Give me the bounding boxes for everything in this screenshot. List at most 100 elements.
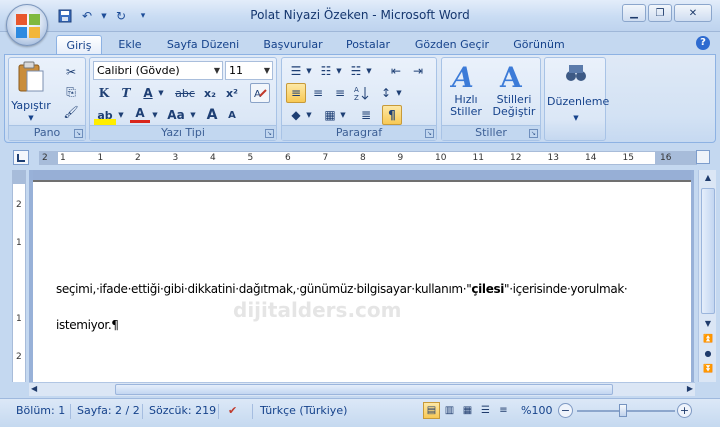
bold-button[interactable]: K <box>94 83 114 103</box>
vertical-ruler[interactable]: 2 1 1 2 <box>12 170 26 382</box>
minimize-icon[interactable]: ▁ <box>622 4 646 22</box>
view-ruler-icon[interactable] <box>696 150 710 164</box>
highlight-dropdown-icon[interactable]: ▼ <box>116 105 126 125</box>
zoom-in-icon[interactable]: + <box>677 403 692 418</box>
change-case-dropdown-icon[interactable]: ▼ <box>188 105 198 125</box>
restore-icon[interactable]: ❐ <box>648 4 672 22</box>
font-name-combo[interactable]: Calibri (Gövde) ▼ <box>93 61 223 80</box>
tab-gorunum[interactable]: Görünüm <box>511 35 567 54</box>
horizontal-scrollbar[interactable]: ◀ ▶ <box>29 382 695 396</box>
bullets-dropdown-icon[interactable]: ▼ <box>304 61 314 81</box>
increase-indent-icon[interactable]: ⇥ <box>408 61 428 81</box>
paste-dropdown-icon[interactable]: ▼ <box>11 112 51 124</box>
styles-launcher-icon[interactable]: ↘ <box>529 129 538 138</box>
group-duzenleme: Düzenleme ▼ <box>544 57 609 141</box>
multilevel-list-icon[interactable]: ☵ <box>346 61 366 81</box>
strikethrough-button[interactable]: abc <box>172 83 198 103</box>
bullets-icon[interactable]: ☰ <box>286 61 306 81</box>
office-button[interactable] <box>6 4 48 46</box>
document-page[interactable]: dijitalders.com seçimi,·ifade·ettiği·gib… <box>33 170 691 382</box>
zoom-slider-thumb[interactable] <box>619 404 627 417</box>
justify-icon[interactable]: ≣ <box>356 105 376 125</box>
full-screen-reading-icon[interactable]: ▥ <box>441 402 458 419</box>
quick-styles-button[interactable]: A Hızlı Stiller <box>445 61 487 118</box>
horizontal-scroll-thumb[interactable] <box>115 384 613 395</box>
change-styles-button[interactable]: A Stilleri Değiştir <box>490 61 538 118</box>
tab-basvurular[interactable]: Başvurular <box>262 35 324 54</box>
underline-dropdown-icon[interactable]: ▼ <box>156 83 166 103</box>
next-page-icon[interactable]: ⏬ <box>701 362 715 376</box>
font-color-button[interactable]: A <box>130 105 150 123</box>
line-spacing-icon[interactable]: ↕ <box>376 83 396 103</box>
font-size-combo[interactable]: 11 ▼ <box>225 61 273 80</box>
shrink-font-button[interactable]: A <box>222 105 242 125</box>
change-styles-icon: A <box>499 61 523 94</box>
clear-formatting-icon[interactable]: A <box>250 83 270 103</box>
align-right-icon[interactable]: ≡ <box>330 83 350 103</box>
status-separator <box>218 404 219 419</box>
paragraph-line-2[interactable]: istemiyor.¶ <box>56 318 119 332</box>
copy-icon[interactable]: ⎘ <box>61 82 81 102</box>
browse-object-icon[interactable]: ● <box>701 347 715 361</box>
line-spacing-dropdown-icon[interactable]: ▼ <box>394 83 404 103</box>
previous-page-icon[interactable]: ⏫ <box>701 332 715 346</box>
status-language[interactable]: Türkçe (Türkiye) <box>260 404 347 417</box>
multilevel-dropdown-icon[interactable]: ▼ <box>364 61 374 81</box>
tab-selector-icon[interactable] <box>13 150 29 165</box>
show-formatting-marks-button[interactable]: ¶ <box>382 105 402 125</box>
change-case-button[interactable]: Aa <box>164 105 188 125</box>
borders-dropdown-icon[interactable]: ▼ <box>338 105 348 125</box>
paragraph-launcher-icon[interactable]: ↘ <box>425 129 434 138</box>
ruler-number: 3 <box>172 153 179 163</box>
help-icon[interactable]: ? <box>696 36 710 50</box>
font-color-dropdown-icon[interactable]: ▼ <box>150 105 160 125</box>
editing-dropdown-icon[interactable]: ▼ <box>547 112 605 124</box>
highlight-button[interactable]: ab <box>94 105 116 125</box>
cut-icon[interactable]: ✂ <box>61 62 81 82</box>
scroll-down-icon[interactable]: ▼ <box>700 316 716 332</box>
underline-button[interactable]: A <box>138 83 158 103</box>
status-section[interactable]: Bölüm: 1 <box>16 404 65 417</box>
decrease-indent-icon[interactable]: ⇤ <box>386 61 406 81</box>
subscript-button[interactable]: x₂ <box>200 83 220 103</box>
vertical-scrollbar[interactable]: ▲ ▼ ⏫ ● ⏬ <box>698 170 716 382</box>
scroll-left-icon[interactable]: ◀ <box>31 384 37 393</box>
grow-font-button[interactable]: A <box>202 105 222 125</box>
print-layout-icon[interactable]: ▤ <box>423 402 440 419</box>
tab-giris[interactable]: Giriş <box>56 35 102 54</box>
editing-button[interactable]: Düzenleme ▼ <box>547 61 609 124</box>
borders-icon[interactable]: ▦ <box>320 105 340 125</box>
zoom-out-icon[interactable]: − <box>558 403 573 418</box>
scroll-right-icon[interactable]: ▶ <box>687 384 693 393</box>
format-painter-icon[interactable]: 🖌 <box>61 102 81 122</box>
sort-icon[interactable]: AZ <box>352 83 372 103</box>
tab-gozden-gecir[interactable]: Gözden Geçir <box>414 35 490 54</box>
superscript-button[interactable]: x² <box>222 83 242 103</box>
outline-icon[interactable]: ☰ <box>477 402 494 419</box>
zoom-level-text[interactable]: %100 <box>521 404 552 417</box>
scroll-up-icon[interactable]: ▲ <box>700 170 716 186</box>
spelling-check-icon[interactable]: ✔ <box>228 404 237 417</box>
close-icon[interactable]: ✕ <box>674 4 712 22</box>
numbering-icon[interactable]: ☷ <box>316 61 336 81</box>
italic-button[interactable]: T <box>116 83 136 103</box>
paste-button[interactable]: Yapıştır ▼ <box>11 61 51 124</box>
horizontal-ruler[interactable]: 2 1 1 2 3 4 5 6 7 8 9 10 11 12 13 14 15 16 <box>39 151 697 165</box>
web-layout-icon[interactable]: ▦ <box>459 402 476 419</box>
draft-icon[interactable]: ≡ <box>495 402 512 419</box>
status-page[interactable]: Sayfa: 2 / 2 <box>77 404 140 417</box>
align-center-icon[interactable]: ≡ <box>308 83 328 103</box>
tab-ekle[interactable]: Ekle <box>113 35 147 54</box>
shading-icon[interactable]: ◆ <box>286 105 306 125</box>
align-left-icon[interactable]: ≡ <box>286 83 306 103</box>
font-launcher-icon[interactable]: ↘ <box>265 129 274 138</box>
status-word-count[interactable]: Sözcük: 219 <box>149 404 216 417</box>
pano-launcher-icon[interactable]: ↘ <box>74 129 83 138</box>
numbering-dropdown-icon[interactable]: ▼ <box>334 61 344 81</box>
vertical-ruler-number: 1 <box>16 314 22 324</box>
shading-dropdown-icon[interactable]: ▼ <box>304 105 314 125</box>
tab-sayfa-duzeni[interactable]: Sayfa Düzeni <box>166 35 240 54</box>
vertical-scroll-thumb[interactable] <box>701 188 715 314</box>
tab-postalar[interactable]: Postalar <box>344 35 392 54</box>
paragraph-line-1[interactable]: seçimi,·ifade·ettiği·gibi·dikkatini·dağı… <box>56 282 628 296</box>
